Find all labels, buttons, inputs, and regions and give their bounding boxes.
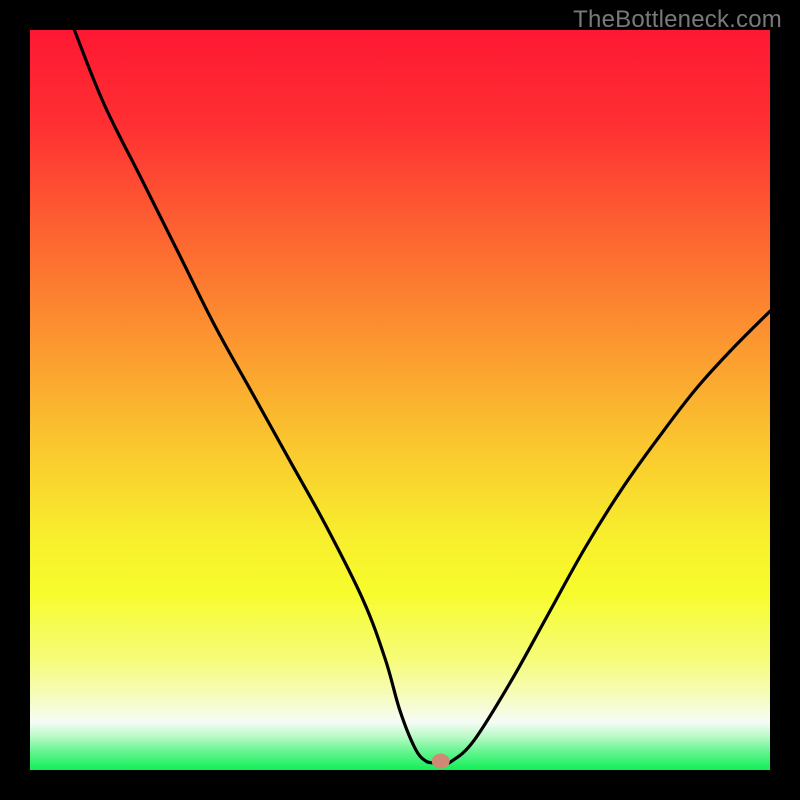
watermark-text: TheBottleneck.com [573, 6, 782, 34]
minimum-marker-icon [432, 754, 450, 769]
gradient-background [30, 30, 770, 770]
chart-frame: { "watermark": "TheBottleneck.com", "cha… [0, 0, 800, 800]
chart-plot [0, 0, 800, 800]
